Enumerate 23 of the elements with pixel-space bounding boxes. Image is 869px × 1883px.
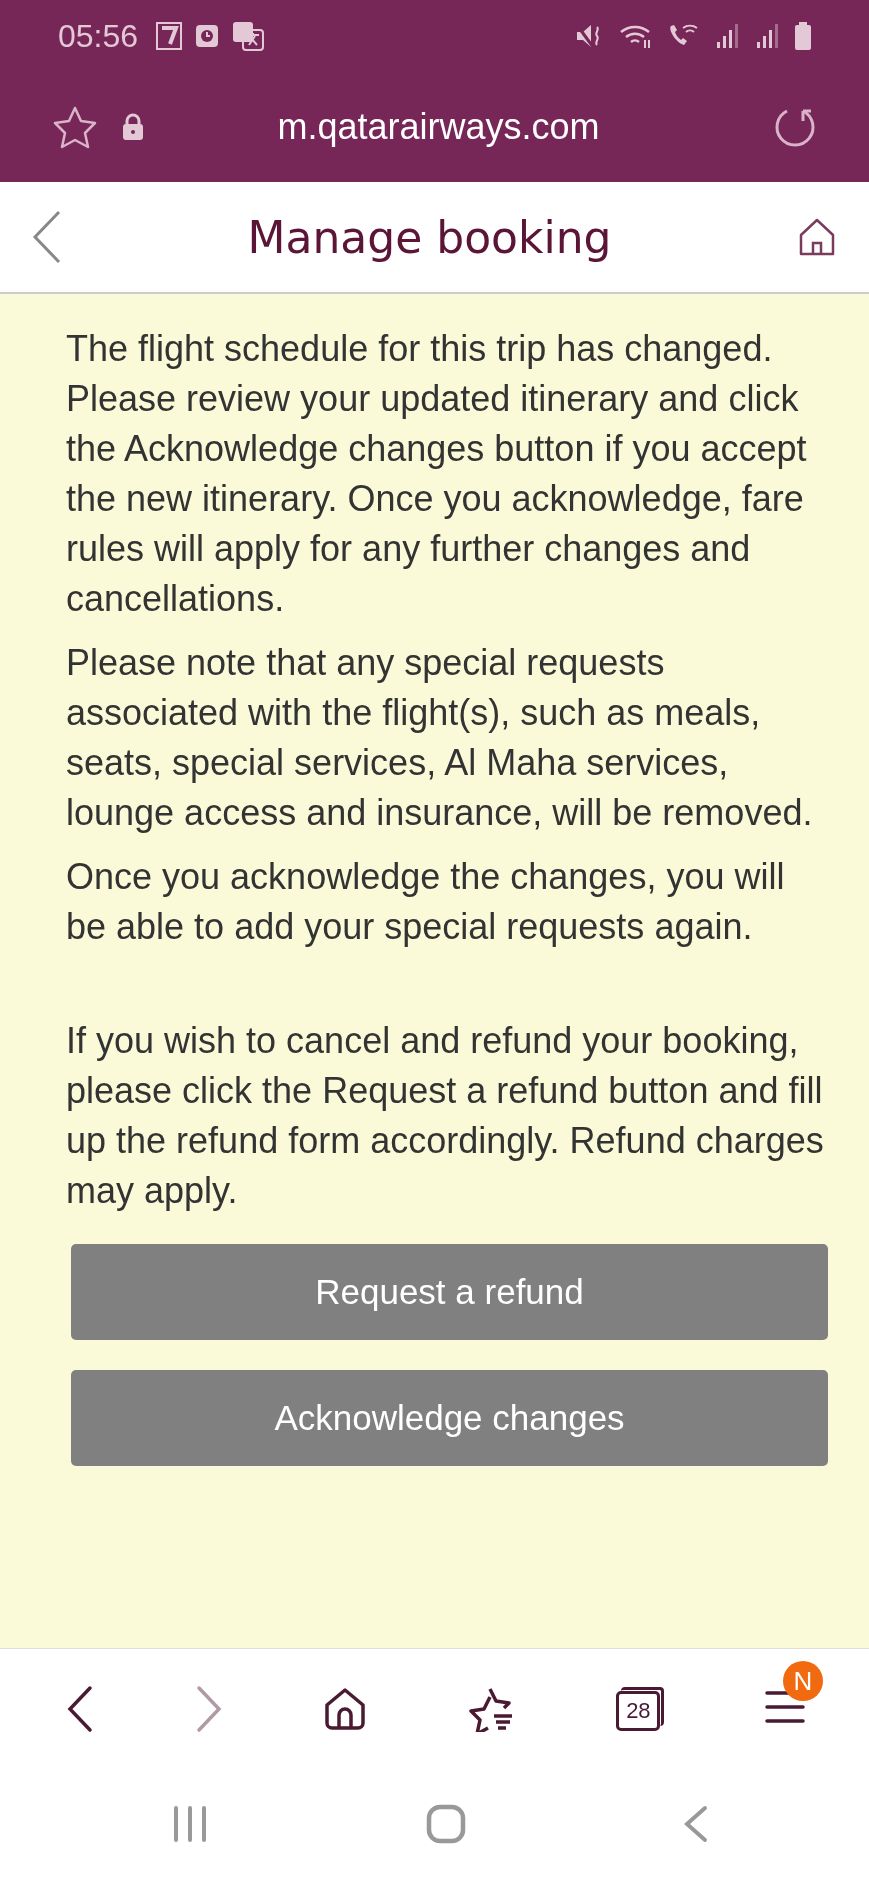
clock-notification-icon — [196, 25, 219, 47]
signal-icon — [755, 22, 781, 50]
signal-icon — [715, 22, 741, 50]
recent-apps-icon[interactable] — [172, 1806, 208, 1842]
lock-icon — [122, 113, 144, 141]
home-button-icon[interactable] — [425, 1804, 466, 1844]
star-icon[interactable] — [52, 105, 98, 149]
refund-button[interactable]: Request a refund — [71, 1244, 828, 1340]
notification-badge: N — [782, 1661, 823, 1701]
app-notification-icon — [156, 22, 183, 50]
url-field[interactable]: m.qatarairways.com — [168, 106, 709, 148]
acknowledge-button[interactable]: Acknowledge changes — [71, 1370, 828, 1466]
status-time: 05:56 — [58, 17, 139, 55]
battery-icon — [795, 22, 811, 50]
message-paragraph: Once you acknowledge the changes, you will be able to add your special requests again. — [66, 855, 786, 949]
home-icon[interactable] — [323, 1687, 368, 1731]
message-paragraph: Please note that any special requests associated with the flight(s), such as meals, seats, special services, Al Maha services, lounge access and insurance, will be removed. — [66, 641, 814, 835]
back-icon[interactable] — [66, 1685, 94, 1733]
message-paragraph: The flight schedule for this trip has changed. Please review your updated itinerary and click the Acknowledge changes button if you accept the new itinerary. Once you acknowledge, fare rules will apply for any further changes and cancellations. — [66, 327, 808, 621]
home-icon[interactable] — [797, 217, 837, 257]
message-paragraph: If you wish to cancel and refund your booking, please click the Request a refund button and fill up the refund form accordingly. Refund charges may apply. — [66, 1019, 825, 1213]
translate-icon — [232, 21, 265, 51]
page-title: Manage booking — [247, 211, 612, 263]
